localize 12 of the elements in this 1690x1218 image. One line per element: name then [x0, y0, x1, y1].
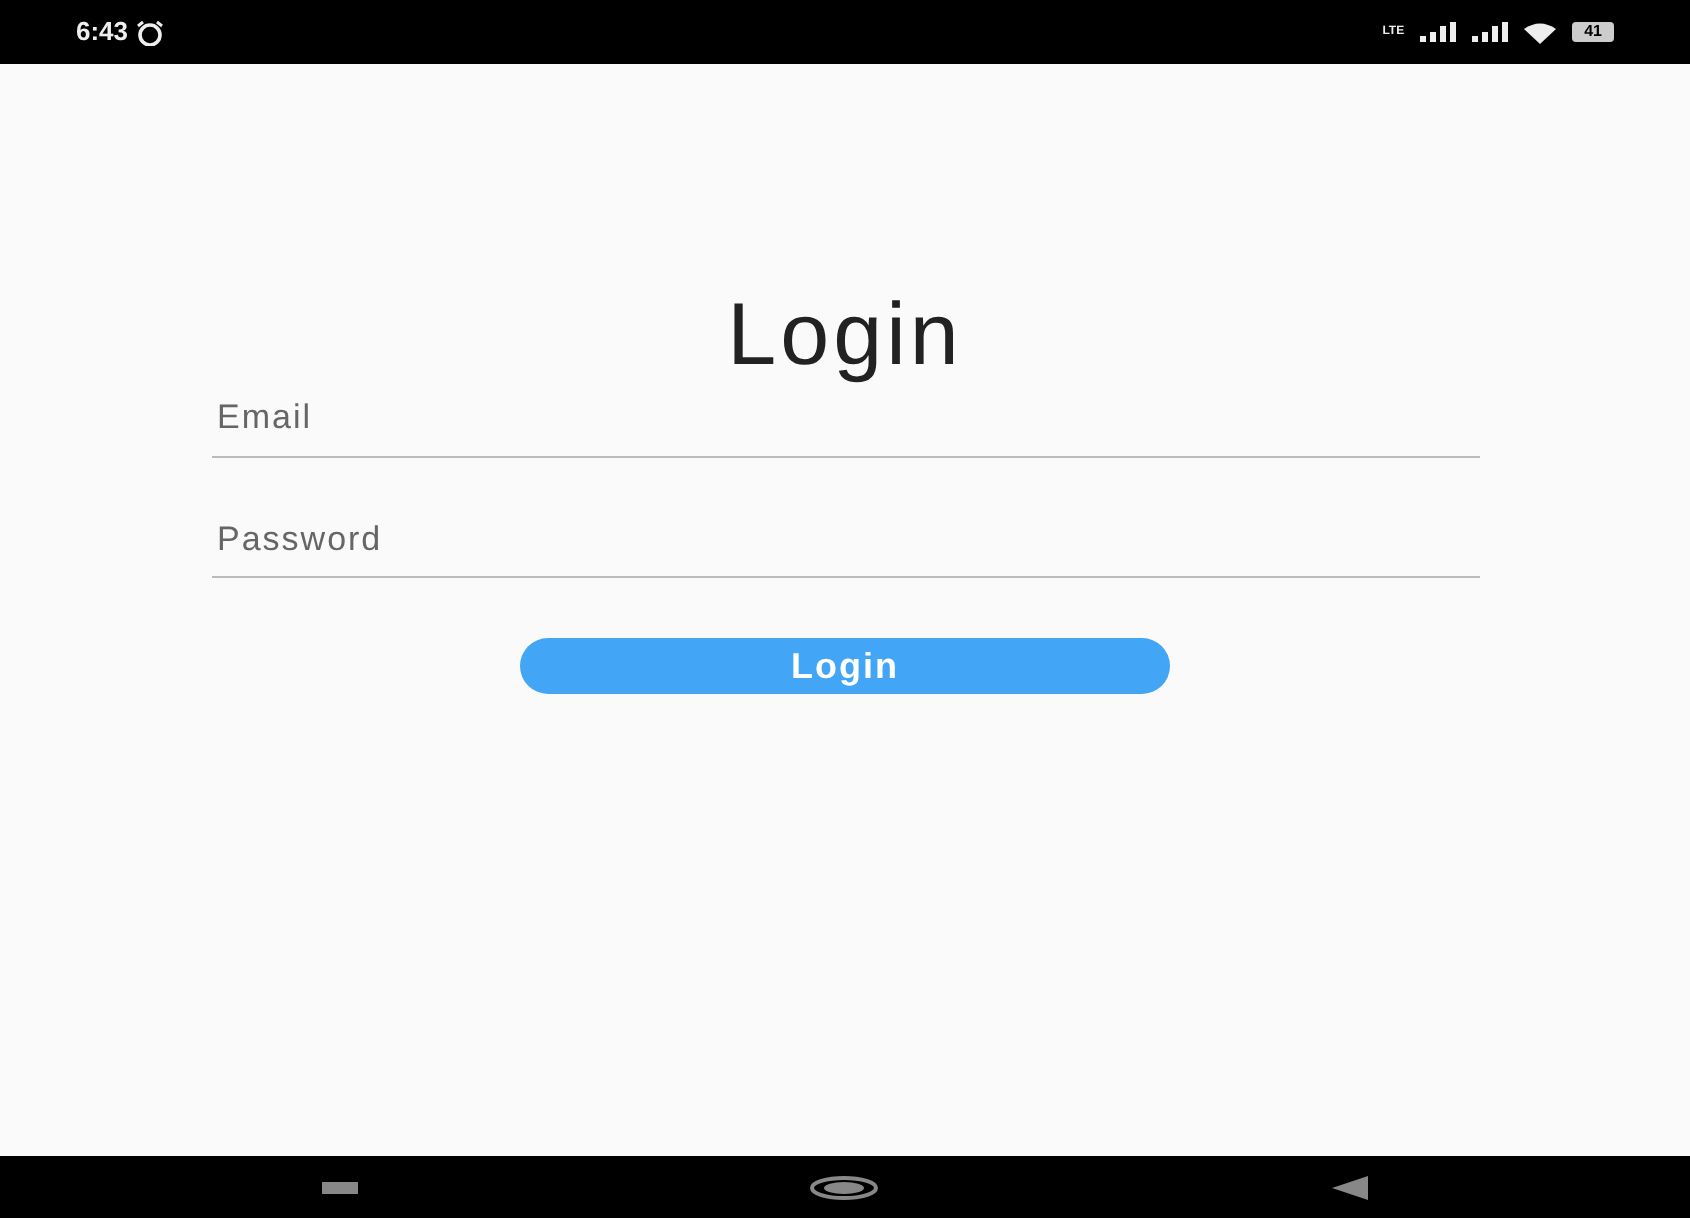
home-icon[interactable]	[808, 1175, 881, 1199]
wifi-icon	[1524, 21, 1557, 43]
page-title: Login	[727, 288, 963, 385]
signal-icon	[1472, 22, 1509, 42]
password-field[interactable]: Password	[211, 509, 1479, 579]
battery-level: 41	[1572, 22, 1614, 42]
back-icon[interactable]	[1332, 1175, 1369, 1199]
status-time: 6:43	[76, 14, 129, 51]
signal-icon	[1420, 22, 1457, 42]
email-field[interactable]: Email	[211, 388, 1479, 458]
login-button[interactable]: Login	[520, 638, 1170, 695]
alarm-icon	[136, 19, 165, 45]
